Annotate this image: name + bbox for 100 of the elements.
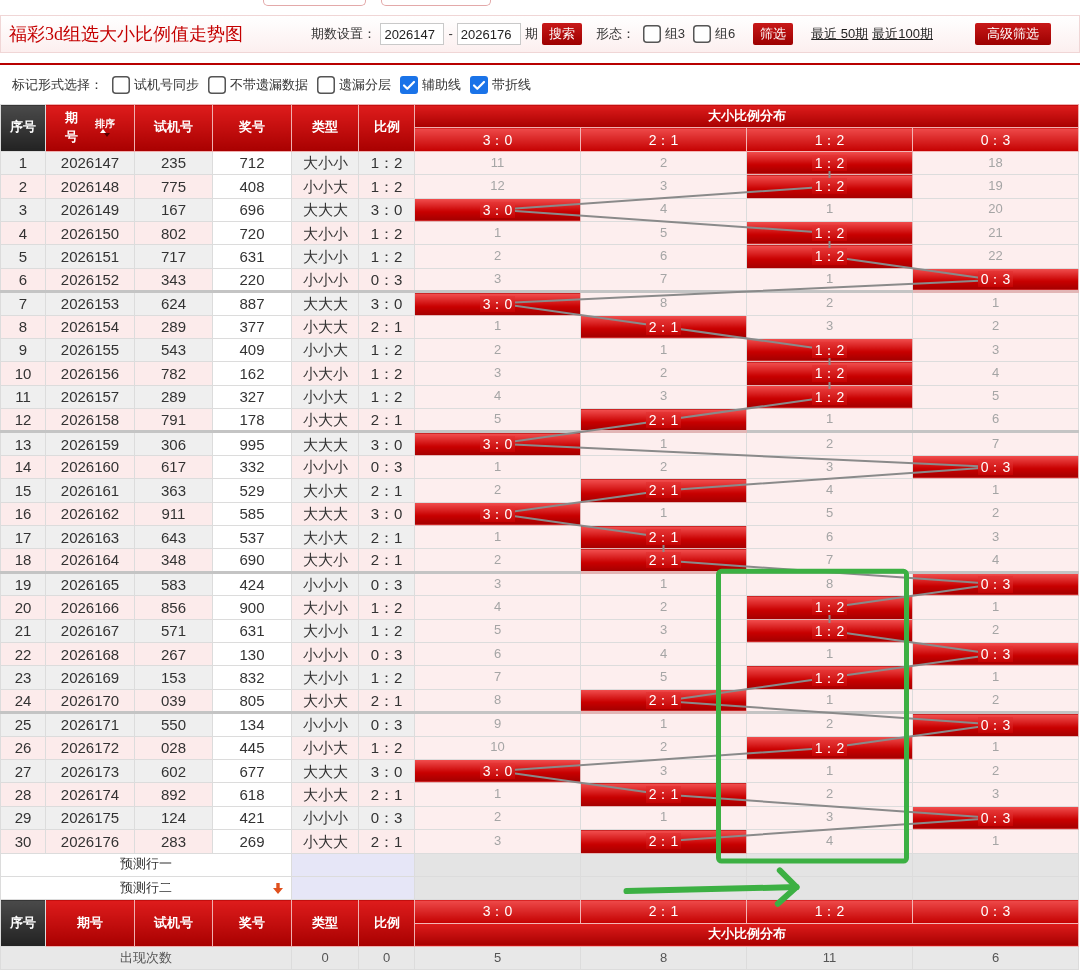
table-cell: 6 <box>580 244 747 269</box>
table-cell: 4 <box>414 385 581 409</box>
table-cell: 5 <box>0 244 46 269</box>
table-cell: 3 <box>580 385 747 409</box>
table-cell: 29 <box>0 806 46 830</box>
table-cell: 8 <box>414 689 581 713</box>
search-button[interactable]: 搜索 <box>541 23 582 45</box>
table-cell: 1 <box>414 455 581 479</box>
table-cell: 8 <box>580 946 747 970</box>
page-title: 福彩3d组选大小比例值走势图 <box>9 22 243 46</box>
table-cell: 1 <box>912 291 1079 315</box>
column-header: 3：0 <box>414 899 581 924</box>
table-cell: 5 <box>746 502 913 526</box>
filter-button[interactable]: 筛选 <box>753 23 794 45</box>
checkbox[interactable] <box>112 76 130 94</box>
table-cell: 3 <box>912 782 1079 807</box>
table-cell: 19 <box>912 174 1079 199</box>
table-cell: 7 <box>912 431 1079 456</box>
column-header: 试机号 <box>134 104 213 152</box>
table-cell: 25 <box>0 712 46 737</box>
column-header: 比例 <box>358 899 415 947</box>
column-header: 类型 <box>291 899 359 947</box>
table-cell: 2 <box>414 478 581 503</box>
advanced-filter-button[interactable]: 高级筛选 <box>975 23 1051 45</box>
table-cell: 2 <box>912 502 1079 526</box>
table-cell: 1 <box>414 525 581 549</box>
checkbox[interactable] <box>317 76 335 94</box>
checkbox-label[interactable]: 试机号同步 <box>134 75 199 95</box>
table-cell: 11 <box>746 946 913 970</box>
checkbox[interactable] <box>470 76 488 94</box>
checkbox-label[interactable]: 辅助线 <box>422 75 461 95</box>
table-cell: 28 <box>0 782 46 807</box>
group-header: 大小比例分布 <box>414 104 1079 128</box>
table-cell: 6 <box>414 642 581 666</box>
column-header: 奖号 <box>212 104 292 152</box>
row-label: 预测行一 <box>120 857 172 873</box>
column-header: 2：1 <box>580 899 747 924</box>
table-cell: 24 <box>0 689 46 713</box>
column-header: 类型 <box>291 104 359 152</box>
table-cell: 18 <box>0 548 46 573</box>
table-cell: 2 <box>580 455 747 479</box>
table-cell: 27 <box>0 759 46 783</box>
checkbox[interactable] <box>208 76 226 94</box>
checkbox-label[interactable]: 遗漏分层 <box>339 75 391 95</box>
period-end-field[interactable]: 2026176 <box>456 23 521 45</box>
checkbox-label[interactable]: 带折线 <box>492 75 531 95</box>
table-cell: 4 <box>0 221 46 245</box>
down-arrow-icon[interactable] <box>273 882 283 894</box>
table-cell: 17 <box>0 525 46 549</box>
table-cell: 1 <box>912 736 1079 760</box>
checkbox-label[interactable]: 不带遗漏数据 <box>230 75 308 95</box>
table-cell: 1 <box>414 221 581 245</box>
checkbox-label[interactable]: 组6 <box>715 24 736 44</box>
recent-link[interactable]: 最近 50期 <box>811 24 869 44</box>
sort-button[interactable]: 排序 <box>95 118 116 129</box>
table-cell: 5 <box>912 385 1079 409</box>
table-cell: 1 <box>0 151 46 175</box>
column-header: 试机号 <box>134 899 213 947</box>
column-header: 序号 <box>0 899 46 947</box>
table-cell: 3 <box>0 198 46 222</box>
table-cell: 26 <box>0 736 46 760</box>
table-cell: 3 <box>414 268 581 292</box>
table-cell: 12 <box>414 174 581 199</box>
table-cell: 1 <box>912 665 1079 690</box>
table-cell: 2 <box>414 548 581 573</box>
sort-icon[interactable] <box>100 128 111 137</box>
table-cell: 1 <box>746 198 913 222</box>
table-cell: 20 <box>912 198 1079 222</box>
column-header: 期号 <box>45 899 135 947</box>
table-cell: 6 <box>912 946 1079 970</box>
table-cell: 5 <box>414 946 581 970</box>
table-cell: 9 <box>0 338 46 362</box>
table-cell: 1 <box>580 338 747 362</box>
column-header: 0：3 <box>912 127 1079 152</box>
table-cell: 3 <box>912 338 1079 362</box>
table-cell: 6 <box>912 408 1079 432</box>
group-header: 大小比例分布 <box>414 923 1079 947</box>
table-cell: 4 <box>414 595 581 620</box>
table-cell: 21 <box>912 221 1079 245</box>
table-cell: 3 <box>746 315 913 339</box>
table-cell: 6 <box>0 268 46 292</box>
table-cell: 19 <box>0 572 46 596</box>
checkbox-label[interactable]: 组3 <box>664 24 685 44</box>
recent-link[interactable]: 最近100期 <box>872 24 933 44</box>
column-title: 期号 <box>64 109 80 146</box>
table-cell: 14 <box>0 455 46 479</box>
unit-label: 期 <box>524 25 538 44</box>
table-cell: 30 <box>0 829 46 853</box>
checkbox[interactable] <box>693 25 711 43</box>
column-header: 奖号 <box>212 899 292 947</box>
table-cell: 1 <box>746 408 913 432</box>
table-cell: 2 <box>580 361 747 386</box>
field-label: 期数设置： <box>311 25 377 44</box>
period-start-field[interactable]: 2026147 <box>380 23 445 45</box>
column-header: 3：0 <box>414 127 581 152</box>
checkbox[interactable] <box>642 25 661 43</box>
row-label: 出现次数 <box>0 946 292 970</box>
checkbox[interactable] <box>400 76 418 94</box>
table-cell: 16 <box>0 502 46 526</box>
column-header: 序号 <box>0 104 46 152</box>
